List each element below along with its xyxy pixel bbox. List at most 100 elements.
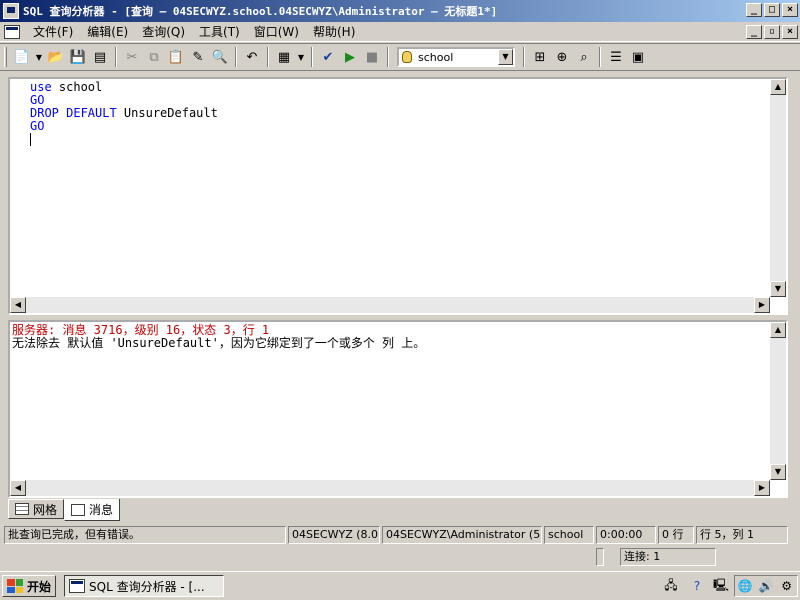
new-query-dropdown-icon[interactable]: ▼ bbox=[33, 46, 45, 68]
status-user: 04SECWYZ\Administrator (51 bbox=[382, 526, 542, 544]
results-mode-icon[interactable]: ▦ bbox=[273, 46, 295, 68]
save-icon[interactable]: 💾 bbox=[67, 46, 89, 68]
code-line-2-keyword: GO bbox=[30, 93, 45, 107]
find-icon[interactable]: 🔍 bbox=[209, 46, 231, 68]
tab-grid-label: 网格 bbox=[33, 502, 58, 517]
query-analyzer-icon bbox=[3, 3, 19, 19]
status-row-count: 0 行 bbox=[658, 526, 694, 544]
database-icon bbox=[402, 51, 412, 63]
menu-query[interactable]: 查询(Q) bbox=[135, 23, 192, 41]
message-text[interactable]: 服务器: 消息 3716，级别 16，状态 3，行 1 无法除去 默认值 'Un… bbox=[12, 324, 425, 350]
tab-messages[interactable]: 消息 bbox=[64, 499, 121, 521]
current-connection-properties-icon[interactable]: ☰ bbox=[605, 46, 627, 68]
text-cursor bbox=[30, 133, 31, 146]
status-connections: 连接: 1 bbox=[620, 548, 716, 566]
help-icon[interactable]: ? bbox=[688, 577, 706, 595]
messages-vertical-scrollbar[interactable]: ▲ ▼ bbox=[770, 322, 786, 480]
status-bar: 批查询已完成，但有错误。 04SECWYZ (8.0) 04SECWYZ\Adm… bbox=[0, 525, 800, 545]
toolbar-grip[interactable] bbox=[4, 47, 7, 67]
query-text[interactable]: use school GO DROP DEFAULT UnsureDefault… bbox=[30, 81, 218, 146]
taskbar: 开始 SQL 查询分析器 - [... 🖧 ? 🖳 🌐 🔊 ⚙ bbox=[0, 571, 800, 600]
window-title: SQL 查询分析器 - [查询 — 04SECWYZ.school.04SECW… bbox=[23, 5, 498, 18]
title-bar: SQL 查询分析器 - [查询 — 04SECWYZ.school.04SECW… bbox=[0, 0, 800, 22]
scroll-left-icon[interactable]: ◀ bbox=[10, 297, 26, 313]
scroll-left-icon[interactable]: ◀ bbox=[10, 480, 26, 496]
minimize-button[interactable]: _ bbox=[746, 3, 762, 17]
code-line-1-keyword: use bbox=[30, 80, 52, 94]
scroll-right-icon[interactable]: ▶ bbox=[754, 297, 770, 313]
code-line-3-text: UnsureDefault bbox=[116, 106, 218, 120]
taskbar-item-query-analyzer[interactable]: SQL 查询分析器 - [... bbox=[64, 575, 225, 597]
error-detail-line: 无法除去 默认值 'UnsureDefault'，因为它绑定到了一个或多个 列 … bbox=[12, 336, 426, 350]
database-select[interactable]: school ▼ bbox=[397, 47, 515, 67]
result-tabs: 网格 消息 bbox=[8, 499, 121, 521]
object-search-icon[interactable]: ⌕ bbox=[573, 46, 595, 68]
copy-icon[interactable]: ⧉ bbox=[143, 46, 165, 68]
scroll-down-icon[interactable]: ▼ bbox=[770, 464, 786, 480]
status-cursor-position: 行 5，列 1 bbox=[696, 526, 788, 544]
menu-file[interactable]: 文件(F) bbox=[26, 23, 80, 41]
close-button[interactable]: × bbox=[782, 3, 798, 17]
grid-icon bbox=[15, 503, 29, 515]
show-results-pane-icon[interactable]: ▣ bbox=[627, 46, 649, 68]
tray-volume-icon[interactable]: 🔊 bbox=[757, 577, 775, 595]
messages-pane[interactable]: 服务器: 消息 3716，级别 16，状态 3，行 1 无法除去 默认值 'Un… bbox=[8, 320, 788, 498]
maximize-button[interactable]: □ bbox=[764, 3, 780, 17]
start-button[interactable]: 开始 bbox=[2, 575, 57, 597]
menu-tools[interactable]: 工具(T) bbox=[192, 23, 247, 41]
network-icon[interactable]: 🖳 bbox=[712, 577, 730, 595]
mdi-minimize-button[interactable]: _ bbox=[746, 25, 762, 39]
status-database: school bbox=[544, 526, 594, 544]
editor-vertical-scrollbar[interactable]: ▲ ▼ bbox=[770, 79, 786, 297]
scroll-down-icon[interactable]: ▼ bbox=[770, 281, 786, 297]
code-line-3-keyword: DROP DEFAULT bbox=[30, 106, 117, 120]
messages-horizontal-scrollbar[interactable]: ◀ ▶ bbox=[10, 480, 770, 496]
tray-app-icon[interactable]: 🌐 bbox=[736, 577, 754, 595]
object-browser-icon[interactable]: ⊕ bbox=[551, 46, 573, 68]
code-line-1-text: school bbox=[51, 80, 103, 94]
mdi-restore-button[interactable]: ▫ bbox=[764, 25, 780, 39]
cancel-query-icon[interactable]: ■ bbox=[361, 46, 383, 68]
undo-icon[interactable]: ↶ bbox=[241, 46, 263, 68]
query-window-icon[interactable] bbox=[4, 24, 20, 39]
scroll-up-icon[interactable]: ▲ bbox=[770, 79, 786, 95]
menu-bar: 文件(F) 编辑(E) 查询(Q) 工具(T) 窗口(W) 帮助(H) _ ▫ … bbox=[0, 22, 800, 42]
chevron-down-icon[interactable]: ▼ bbox=[498, 49, 513, 65]
cut-icon[interactable]: ✂ bbox=[121, 46, 143, 68]
execute-query-icon[interactable]: ▶ bbox=[339, 46, 361, 68]
scroll-right-icon[interactable]: ▶ bbox=[754, 480, 770, 496]
sql-server-service-icon[interactable]: 🖧 bbox=[662, 577, 680, 595]
scroll-up-icon[interactable]: ▲ bbox=[770, 322, 786, 338]
editor-horizontal-scrollbar[interactable]: ◀ ▶ bbox=[10, 297, 770, 313]
status-message: 批查询已完成，但有错误。 bbox=[4, 526, 286, 544]
code-line-4-keyword: GO bbox=[30, 119, 45, 133]
query-editor[interactable]: use school GO DROP DEFAULT UnsureDefault… bbox=[8, 77, 788, 315]
error-header-line: 服务器: 消息 3716，级别 16，状态 3，行 1 bbox=[12, 323, 270, 337]
new-query-icon[interactable]: 📄 bbox=[11, 46, 33, 68]
status-elapsed-time: 0:00:00 bbox=[596, 526, 656, 544]
menu-window[interactable]: 窗口(W) bbox=[247, 23, 306, 41]
taskbar-item-label: SQL 查询分析器 - [... bbox=[89, 579, 205, 594]
status-server: 04SECWYZ (8.0) bbox=[288, 526, 380, 544]
execution-plan-icon[interactable]: ⊞ bbox=[529, 46, 551, 68]
mdi-close-button[interactable]: × bbox=[782, 25, 798, 39]
messages-icon bbox=[71, 503, 86, 516]
clear-window-icon[interactable]: ✎ bbox=[187, 46, 209, 68]
results-mode-dropdown-icon[interactable]: ▼ bbox=[295, 46, 307, 68]
menu-edit[interactable]: 编辑(E) bbox=[80, 23, 135, 41]
parse-query-icon[interactable]: ✔ bbox=[317, 46, 339, 68]
system-tray: 🌐 🔊 ⚙ bbox=[734, 575, 798, 597]
paste-icon[interactable]: 📋 bbox=[165, 46, 187, 68]
start-label: 开始 bbox=[27, 579, 52, 594]
insert-template-icon[interactable]: ▤ bbox=[89, 46, 111, 68]
windows-logo-icon bbox=[7, 579, 23, 593]
database-select-value: school bbox=[418, 50, 454, 64]
menu-help[interactable]: 帮助(H) bbox=[306, 23, 362, 41]
open-icon[interactable]: 📂 bbox=[45, 46, 67, 68]
toolbar: 📄 ▼ 📂 💾 ▤ ✂ ⧉ 📋 ✎ 🔍 ↶ ▦ ▼ ✔ ▶ ■ school ▼… bbox=[0, 43, 800, 71]
tab-grid[interactable]: 网格 bbox=[8, 499, 65, 519]
query-analyzer-icon bbox=[69, 579, 86, 593]
tab-messages-label: 消息 bbox=[89, 503, 114, 517]
tray-service-icon[interactable]: ⚙ bbox=[778, 577, 796, 595]
status-bar-connections: 连接: 1 bbox=[0, 547, 800, 567]
